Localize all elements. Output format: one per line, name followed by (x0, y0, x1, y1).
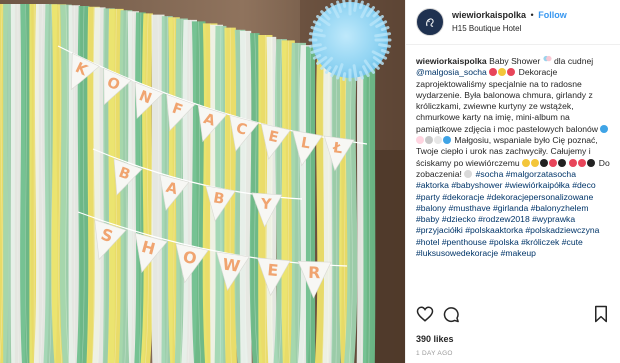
hashtag-link[interactable]: #aktorka (416, 180, 449, 190)
hashtag-link[interactable]: #girlanda (493, 203, 528, 213)
hashtag-link[interactable]: #dziecko (442, 214, 476, 224)
hashtag-link[interactable]: #musthave (449, 203, 491, 213)
bunting-letter: Y (259, 196, 272, 213)
heart-emoji-icon (507, 68, 516, 77)
heart-emoji-icon (489, 68, 498, 77)
heart-emoji-icon (578, 158, 587, 167)
hashtag-link[interactable]: #malgorzatasocha (506, 169, 576, 179)
heart-emoji-icon (549, 158, 558, 167)
hashtag-list: #socha #malgorzatasocha #aktorka #babysh… (416, 169, 599, 258)
smile-emoji-icon (522, 158, 531, 167)
hashtag-link[interactable]: #deco (572, 180, 595, 190)
caption-text: Baby Shower (486, 56, 541, 66)
balloon-emoji-icon (416, 136, 424, 145)
hashtag-link[interactable]: #luksusowedekoracje (416, 248, 498, 258)
cloud-emoji-icon (434, 136, 442, 145)
black-heart-emoji-icon (540, 158, 549, 167)
hashtag-link[interactable]: #króliczek (521, 237, 559, 247)
post-sidebar: wiewiorkaispolka • Follow H15 Boutique H… (405, 0, 620, 363)
blue-heart-emoji-icon (600, 124, 609, 133)
caption-text: dla cudnej (551, 56, 594, 66)
emoji-balloon-icon (543, 55, 552, 66)
hashtag-link[interactable]: #makeup (501, 248, 536, 258)
bunting-letter: W (221, 254, 241, 275)
hashtag-link[interactable]: #dekoracje (442, 192, 484, 202)
post-caption: wiewiorkaispolka Baby Shower dla cudnej … (406, 45, 620, 303)
post-timestamp[interactable]: 1 DAY AGO (416, 350, 453, 357)
bunting-letter: R (308, 263, 321, 282)
hashtag-link[interactable]: #rodzew2018 (478, 214, 530, 224)
hashtag-link[interactable]: #wyprawka (532, 214, 575, 224)
post-photo[interactable]: KONFACELŁBABYSHOWER (0, 0, 405, 363)
hashtag-link[interactable]: #babyshower (451, 180, 502, 190)
squirrel-emoji-icon (464, 169, 473, 178)
black-heart-emoji-icon (558, 158, 567, 167)
username-link[interactable]: wiewiorkaispolka (452, 10, 526, 20)
rabbit-emoji-icon (425, 136, 433, 145)
comment-icon[interactable] (442, 305, 460, 323)
action-bar (416, 305, 610, 323)
hashtag-link[interactable]: #polska (489, 237, 519, 247)
hashtag-link[interactable]: #balony (416, 203, 446, 213)
heart-icon[interactable] (416, 305, 434, 323)
caption-username[interactable]: wiewiorkaispolka (416, 56, 487, 66)
hashtag-link[interactable]: #penthouse (442, 237, 487, 247)
follow-button[interactable]: Follow (538, 10, 567, 20)
like-count[interactable]: 390 likes (416, 334, 454, 344)
heart-emoji-icon (498, 68, 507, 77)
hashtag-link[interactable]: #baby (416, 214, 439, 224)
location-link[interactable]: H15 Boutique Hotel (452, 22, 567, 35)
baby-shower-decoration-photo: KONFA C E L ŁBAB YSH O W E R (0, 0, 405, 363)
hashtag-link[interactable]: #polskaaktorka (465, 225, 523, 235)
mention-link[interactable]: @malgosia_socha (416, 67, 487, 77)
profile-avatar[interactable] (416, 8, 444, 36)
separator-dot: • (530, 10, 534, 20)
hashtag-link[interactable]: #balonyzhelem (531, 203, 589, 213)
blue-pompom (308, 0, 392, 82)
hashtag-link[interactable]: #przyjaciółki (416, 225, 463, 235)
bunting-letter: E (267, 260, 279, 280)
hashtag-link[interactable]: #party (416, 192, 440, 202)
bunting-letter: Ł (331, 140, 343, 157)
hashtag-link[interactable]: #socha (476, 169, 504, 179)
heart-emoji-icon (569, 158, 578, 167)
squirrel-logo-icon (426, 18, 434, 27)
hashtag-link[interactable]: #hotel (416, 237, 439, 247)
hashtag-link[interactable]: #wiewiórkaipółka (505, 180, 570, 190)
instagram-post: KONFACELŁBABYSHOWER wiewiorkaispolka • F… (0, 0, 620, 363)
hashtag-link[interactable]: #polskadziewczyna (525, 225, 599, 235)
post-header: wiewiorkaispolka • Follow H15 Boutique H… (406, 0, 620, 45)
hashtag-link[interactable]: #dekoracjepersonalizowane (487, 192, 594, 202)
bookmark-icon[interactable] (592, 305, 610, 323)
blue-heart-emoji-icon (443, 136, 451, 145)
hashtag-link[interactable]: #cute (562, 237, 583, 247)
smile-emoji-icon (531, 158, 540, 167)
black-heart-emoji-icon (587, 158, 596, 167)
